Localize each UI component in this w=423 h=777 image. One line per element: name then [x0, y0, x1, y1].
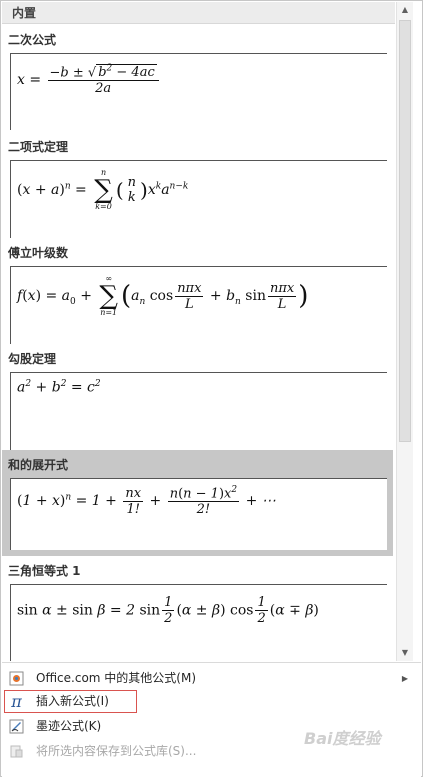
menu-item-insert-new-equation[interactable]: π 插入新公式(I) — [4, 690, 418, 713]
scroll-up-arrow-icon[interactable]: ▲ — [397, 2, 413, 18]
pi-icon: π — [11, 692, 22, 711]
gallery-item-expansion[interactable]: 和的展开式 (1 + x)n = 1 + nx 1! + n(n − 1)x2 2!… — [2, 450, 393, 556]
gallery-item-trig-identity[interactable]: 三角恒等式 1 sin α ± sin β = 2 sin 1 2 (α ± β) c… — [2, 556, 393, 661]
gallery-item-fourier[interactable]: 傅立叶级数 f(x) = a0 + ∞ ∑ n=1 (an cos nπx L + bn … — [2, 238, 393, 344]
equation-preview: sin α ± sin β = 2 sin 1 2 (α ± β) cos 1 2 (α ∓… — [10, 584, 387, 661]
watermark: Bai度经验 — [304, 729, 381, 748]
item-title: 二项式定理 — [8, 140, 69, 154]
equation-gallery-panel: 内置 二次公式 x = −b ± √ b2 − 4ac 2a 二项式定理 (x + … — [0, 0, 423, 777]
save-to-gallery-icon — [9, 744, 24, 759]
equation-fourier: f(x) = a0 + ∞ ∑ n=1 (an cos nπx L + bn sin nπx… — [17, 274, 309, 317]
gallery-menu: Office.com 中的其他公式(M) ▶ π 插入新公式(I) 墨迹公式(K… — [2, 662, 421, 777]
equation-quadratic: x = −b ± √ b2 − 4ac 2a — [17, 64, 161, 96]
menu-item-office-equations[interactable]: Office.com 中的其他公式(M) ▶ — [4, 667, 418, 690]
ink-pen-icon — [9, 719, 24, 734]
equation-preview: (1 + x)n = 1 + nx 1! + n(n − 1)x2 2! + ⋯ — [10, 478, 387, 550]
gallery-item-quadratic[interactable]: 二次公式 x = −b ± √ b2 − 4ac 2a — [2, 26, 393, 132]
scroll-down-arrow-icon[interactable]: ▼ — [397, 645, 413, 661]
equation-expansion: (1 + x)n = 1 + nx 1! + n(n − 1)x2 2! + ⋯ — [17, 485, 276, 518]
equation-preview: x = −b ± √ b2 − 4ac 2a — [10, 53, 387, 130]
gallery-item-pythagorean[interactable]: 勾股定理 a2 + b2 = c2 — [2, 344, 393, 450]
equation-binomial: (x + a)n = n ∑ k=0(n k)xkan−k — [17, 168, 189, 211]
vertical-scrollbar[interactable]: ▲ ▼ — [396, 2, 413, 661]
item-title: 二次公式 — [8, 33, 57, 47]
section-header-builtin: 内置 — [2, 2, 395, 24]
item-title: 三角恒等式 1 — [8, 564, 81, 578]
item-title: 傅立叶级数 — [8, 246, 69, 260]
item-title: 勾股定理 — [8, 352, 57, 366]
equation-preview: f(x) = a0 + ∞ ∑ n=1 (an cos nπx L + bn sin nπx… — [10, 266, 387, 344]
gallery-item-binomial[interactable]: 二项式定理 (x + a)n = n ∑ k=0(n k)xkan−k — [2, 132, 393, 238]
scrollbar-thumb[interactable] — [399, 20, 411, 442]
equation-gallery: 内置 二次公式 x = −b ± √ b2 − 4ac 2a 二项式定理 (x + … — [2, 2, 395, 661]
submenu-arrow-icon: ▶ — [401, 674, 408, 683]
equation-preview: (x + a)n = n ∑ k=0(n k)xkan−k — [10, 160, 387, 238]
equation-pythagorean: a2 + b2 = c2 — [17, 379, 101, 396]
equation-preview: a2 + b2 = c2 — [10, 372, 387, 450]
item-title: 和的展开式 — [8, 458, 69, 472]
office-globe-icon — [9, 671, 24, 686]
equation-trig: sin α ± sin β = 2 sin 1 2 (α ± β) cos 1 2 (α ∓… — [17, 595, 319, 626]
